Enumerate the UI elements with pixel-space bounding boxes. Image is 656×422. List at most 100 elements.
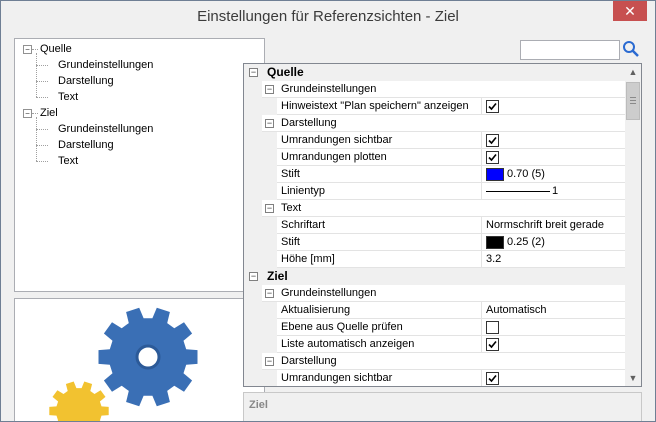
tree-item[interactable]: Text: [36, 89, 78, 105]
pen-value: 0.70 (5): [507, 168, 545, 180]
property-name: Umrandungen sichtbar: [281, 134, 393, 146]
vertical-scrollbar[interactable]: ▲ ▼: [625, 64, 641, 386]
grid-property-row[interactable]: Höhe [mm] 3.2: [244, 251, 625, 268]
collapse-icon[interactable]: −: [249, 68, 258, 77]
collapse-icon[interactable]: −: [265, 119, 274, 128]
grid-property-row[interactable]: Liste automatisch anzeigen: [244, 336, 625, 353]
property-value[interactable]: [481, 132, 626, 149]
property-value-text: Automatisch: [486, 304, 547, 316]
tree-item[interactable]: Grundeinstellungen: [36, 121, 154, 137]
property-value[interactable]: [481, 336, 626, 353]
grid-property-row[interactable]: Umrandungen plotten: [244, 149, 625, 166]
grid-category[interactable]: − Ziel: [244, 268, 625, 285]
grid-property-row[interactable]: Stift 0.25 (2): [244, 234, 625, 251]
checkbox[interactable]: [486, 100, 499, 113]
grid-subcategory-label: Darstellung: [281, 355, 337, 367]
property-value-text: 3.2: [486, 253, 502, 265]
pen-value: 0.25 (2): [507, 236, 545, 248]
tree-item[interactable]: Darstellung: [36, 137, 114, 153]
scroll-thumb[interactable]: [626, 82, 640, 120]
tree-item-label: Quelle: [40, 43, 72, 55]
title-bar: Einstellungen für Referenzsichten - Ziel…: [1, 1, 655, 32]
blue-gear-icon: [98, 307, 198, 407]
search-icon[interactable]: [622, 40, 640, 58]
grid-subcategory[interactable]: − Darstellung: [244, 353, 625, 370]
tree-item-label: Grundeinstellungen: [58, 123, 154, 135]
property-name: Stift: [281, 236, 300, 248]
checkbox[interactable]: [486, 321, 499, 334]
settings-tree[interactable]: − Quelle Grundeinstellungen Darstellung Text…: [14, 38, 265, 292]
collapse-icon[interactable]: −: [265, 289, 274, 298]
grid-property-row[interactable]: Hinweistext "Plan speichern" anzeigen: [244, 98, 625, 115]
grid-property-row[interactable]: Linientyp 1: [244, 183, 625, 200]
grid-property-row[interactable]: Schriftart Normschrift breit gerade: [244, 217, 625, 234]
pen-color-swatch: [486, 168, 504, 181]
grid-subcategory-label: Text: [281, 202, 302, 214]
collapse-icon[interactable]: −: [249, 272, 258, 281]
checkbox[interactable]: [486, 151, 499, 164]
property-name: Hinweistext "Plan speichern" anzeigen: [281, 100, 469, 112]
grid-subcategory-label: Darstellung: [281, 117, 337, 129]
grid-property-row[interactable]: Ebene aus Quelle prüfen: [244, 319, 625, 336]
grid-subcategory-label: Grundeinstellungen: [281, 83, 377, 95]
grid-subcategory[interactable]: − Text: [244, 200, 625, 217]
property-value[interactable]: [481, 370, 626, 386]
property-value[interactable]: 3.2: [481, 251, 626, 268]
collapse-icon[interactable]: −: [23, 109, 32, 118]
collapse-icon[interactable]: −: [23, 45, 32, 54]
tree-item[interactable]: − Quelle: [23, 41, 72, 57]
pen-color-swatch: [486, 236, 504, 249]
collapse-icon[interactable]: −: [265, 85, 274, 94]
scroll-down-button[interactable]: ▼: [625, 370, 641, 386]
gears-illustration: [49, 307, 198, 421]
checkbox[interactable]: [486, 372, 499, 385]
tree-item[interactable]: Text: [36, 153, 79, 169]
property-name: Linientyp: [281, 185, 326, 197]
tree-item-label: Text: [58, 155, 79, 167]
property-name: Aktualisierung: [281, 304, 351, 316]
grid-category-label: Ziel: [267, 269, 288, 283]
property-value[interactable]: [481, 319, 626, 336]
description-pane: Ziel: [243, 392, 642, 421]
tree-item[interactable]: − Ziel: [23, 105, 58, 121]
grid-subcategory[interactable]: − Grundeinstellungen: [244, 81, 625, 98]
collapse-icon[interactable]: −: [265, 204, 274, 213]
property-name: Liste automatisch anzeigen: [281, 338, 415, 350]
tree-item[interactable]: Grundeinstellungen: [36, 57, 154, 73]
close-button[interactable]: ✕: [613, 1, 647, 21]
checkbox[interactable]: [486, 134, 499, 147]
property-value[interactable]: Automatisch: [481, 302, 626, 319]
property-name: Schriftart: [281, 219, 326, 231]
grid-subcategory[interactable]: − Grundeinstellungen: [244, 285, 625, 302]
property-value[interactable]: [481, 149, 626, 166]
collapse-icon[interactable]: −: [265, 357, 274, 366]
property-name: Ebene aus Quelle prüfen: [281, 321, 403, 333]
description-title: Ziel: [249, 399, 268, 411]
grid-category[interactable]: − Quelle: [244, 64, 625, 81]
grid-property-row[interactable]: Stift 0.70 (5): [244, 166, 625, 183]
property-grid[interactable]: − Quelle − Grundeinstellungen Hinweistext "P…: [243, 63, 642, 387]
tree-item[interactable]: Darstellung: [36, 73, 114, 89]
property-name: Höhe [mm]: [281, 253, 335, 265]
close-icon: ✕: [624, 3, 636, 19]
property-value[interactable]: 0.25 (2): [481, 234, 626, 251]
tree-item-label: Darstellung: [58, 75, 114, 87]
property-value[interactable]: Normschrift breit gerade: [481, 217, 626, 234]
property-value[interactable]: 1: [481, 183, 626, 200]
search-input[interactable]: [520, 40, 620, 60]
grid-property-row[interactable]: Umrandungen sichtbar: [244, 132, 625, 149]
property-value[interactable]: [481, 98, 626, 115]
tree-item-label: Grundeinstellungen: [58, 59, 154, 71]
scroll-up-button[interactable]: ▲: [625, 64, 641, 80]
property-value[interactable]: 0.70 (5): [481, 166, 626, 183]
grid-property-row[interactable]: Aktualisierung Automatisch: [244, 302, 625, 319]
grid-property-row[interactable]: Umrandungen sichtbar: [244, 370, 626, 386]
grid-subcategory[interactable]: − Darstellung: [244, 115, 625, 132]
checkbox[interactable]: [486, 338, 499, 351]
yellow-gear-icon: [49, 381, 109, 421]
settings-dialog: Einstellungen für Referenzsichten - Ziel…: [0, 0, 656, 422]
property-name: Stift: [281, 168, 300, 180]
property-name: Umrandungen sichtbar: [281, 372, 393, 384]
tree-item-label: Ziel: [40, 107, 58, 119]
grid-subcategory-label: Grundeinstellungen: [281, 287, 377, 299]
